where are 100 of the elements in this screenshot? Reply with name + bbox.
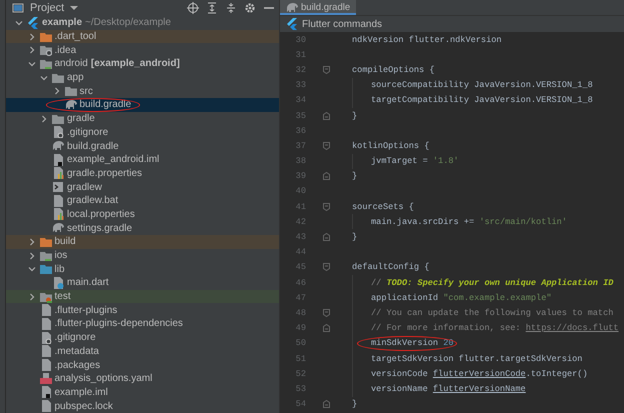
line-number: 52	[294, 368, 307, 379]
line-number: 44	[294, 247, 307, 258]
line-number: 51	[294, 354, 307, 364]
tree-item[interactable]: gradle	[67, 113, 95, 124]
fold-icon[interactable]	[322, 202, 330, 211]
code-line: }	[352, 110, 358, 121]
tree-item[interactable]: analysis_options.yaml	[54, 373, 152, 384]
test-folder-icon	[40, 290, 52, 303]
line-number: 50	[294, 338, 307, 348]
code-line: versionCode flutterVersionCode.toInteger()	[371, 368, 588, 379]
tree-item[interactable]: .flutter-plugins-dependencies	[54, 318, 183, 330]
tree-item[interactable]: .flutter-plugins	[54, 304, 118, 316]
fold-icon[interactable]	[322, 172, 330, 180]
tree-item[interactable]: gradlew.bat	[67, 195, 118, 206]
tree-item[interactable]: build	[54, 236, 76, 248]
code-line: sourceCompatibility JavaVersion.VERSION_1_8	[371, 80, 593, 90]
code-line: }	[352, 171, 358, 182]
tree-item[interactable]: gradle.properties	[67, 168, 142, 179]
fold-icon[interactable]	[322, 66, 330, 74]
editor-tab[interactable]: build.gradle	[280, 0, 356, 15]
tree-item[interactable]: test	[54, 291, 71, 302]
tree-item[interactable]: main.dart	[67, 277, 109, 288]
code-line: kotlinOptions {	[352, 140, 430, 151]
folder-gear-icon	[40, 44, 52, 56]
line-number: 45	[294, 262, 307, 272]
window-icon	[12, 2, 24, 14]
tree-item[interactable]: .gitignore	[67, 126, 108, 138]
settings-icon[interactable]	[244, 2, 256, 14]
line-number: 30	[294, 34, 307, 45]
elephant-icon	[64, 98, 76, 111]
line-number: 41	[294, 202, 307, 212]
code-line: versionName flutterVersionName	[371, 384, 526, 394]
flutter-logo-icon	[27, 16, 39, 29]
file-icon	[40, 304, 52, 316]
line-number: 42	[294, 216, 307, 227]
code-line: targetSdkVersion flutter.targetSdkVersion	[371, 354, 582, 364]
terminal-icon	[52, 181, 64, 194]
tree-item[interactable]: .dart_tool	[54, 31, 96, 42]
code-line: minSdkVersion 20	[371, 338, 454, 348]
tree-item[interactable]: src	[80, 86, 93, 97]
file-icon	[40, 400, 52, 412]
line-number: 53	[294, 384, 307, 394]
collapse-all-icon[interactable]	[225, 2, 237, 14]
fold-icon[interactable]	[322, 324, 330, 332]
code-line: // For more information, see: https://docs.flutt	[371, 323, 619, 334]
chevron-right-icon[interactable]	[39, 114, 49, 124]
tree-item[interactable]: ios	[54, 250, 68, 262]
dart-file-icon	[52, 276, 64, 289]
tree-item[interactable]: .packages	[54, 360, 100, 371]
folder-icon	[52, 112, 64, 125]
line-number: 54	[294, 399, 307, 410]
tree-item[interactable]: build.gradle	[67, 140, 119, 152]
fold-icon[interactable]	[322, 112, 330, 120]
code-line: // TODO: Specify your own unique Application ID	[371, 278, 614, 288]
caret-icon[interactable]	[70, 5, 78, 11]
tree-item[interactable]: lib	[54, 264, 65, 275]
code-line: }	[352, 399, 358, 410]
module-file-icon	[52, 154, 64, 166]
tree-item-detail: ~/Desktop/example	[85, 17, 171, 28]
fold-icon[interactable]	[322, 263, 330, 272]
tree-item[interactable]: .gitignore	[54, 332, 96, 344]
tree-item[interactable]: pubspec.lock	[54, 400, 113, 412]
tree-item[interactable]: .idea	[54, 44, 76, 56]
tree-item[interactable]: build.gradle	[80, 99, 132, 110]
tree-item[interactable]: example_android.iml	[67, 154, 160, 166]
crosshair-icon[interactable]	[187, 2, 199, 14]
code-line: targetCompatibility JavaVersion.VERSION_1_8	[371, 95, 593, 106]
file-icon	[40, 318, 52, 330]
tree-item[interactable]: android	[54, 58, 88, 70]
tree-item[interactable]: gradlew	[67, 182, 102, 193]
fold-icon[interactable]	[322, 400, 330, 408]
properties-file-icon	[52, 167, 64, 180]
fold-icon[interactable]	[322, 233, 330, 242]
line-number: 48	[294, 308, 307, 318]
code-link[interactable]: https://docs.flutt	[526, 323, 619, 334]
tree-item[interactable]: local.properties	[67, 208, 135, 220]
ignore-file-icon	[52, 126, 64, 138]
fold-icon[interactable]	[322, 142, 330, 150]
flutter-logo-icon	[286, 18, 298, 30]
ignore-file-icon	[40, 332, 52, 344]
tree-item[interactable]: .metadata	[54, 346, 99, 357]
line-number: 32	[294, 64, 307, 75]
fold-icon[interactable]	[322, 308, 330, 317]
line-number: 38	[294, 156, 307, 166]
folder-icon	[40, 30, 52, 43]
elephant-icon	[52, 140, 64, 152]
tree-item[interactable]: example.iml	[54, 386, 108, 398]
folder-icon	[52, 72, 64, 84]
code-line: compileOptions {	[352, 64, 435, 75]
tree-item[interactable]: example	[42, 17, 82, 28]
tree-item[interactable]: settings.gradle	[67, 222, 132, 234]
folder-icon	[40, 263, 52, 276]
tree-item[interactable]: app	[67, 72, 84, 84]
file-icon	[40, 345, 52, 358]
module-folder-icon	[40, 58, 52, 70]
module-file-icon	[40, 386, 52, 398]
line-number: 37	[294, 140, 307, 151]
project-view-dropdown[interactable]: Project	[30, 2, 64, 14]
expand-all-icon[interactable]	[206, 2, 218, 14]
code-line: defaultConfig {	[352, 262, 430, 272]
